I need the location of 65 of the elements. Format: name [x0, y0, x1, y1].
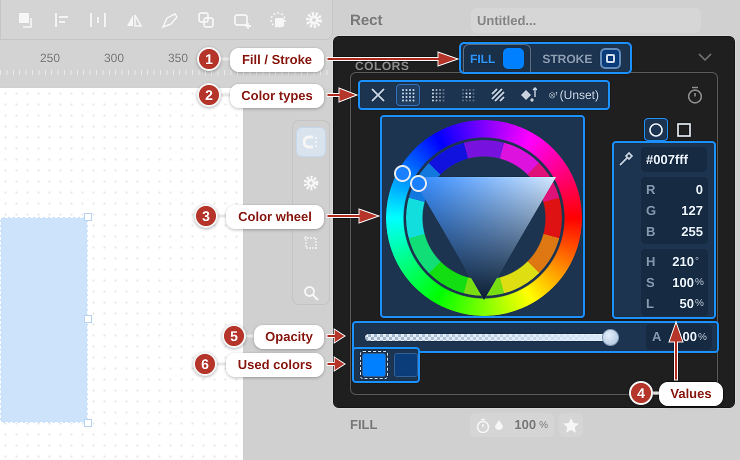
unit-label: °: [695, 255, 700, 269]
cross-icon: [370, 87, 386, 103]
hex-field[interactable]: #007fff: [641, 147, 707, 172]
circle-icon: [649, 122, 663, 136]
tab[interactable]: FILL: [463, 44, 532, 72]
channel-label: G: [646, 202, 656, 220]
arrow: [668, 320, 684, 380]
callout-label: Color wheel: [226, 205, 324, 229]
color-swatch: [503, 48, 524, 69]
square-icon: [677, 122, 691, 136]
stripes-icon: [491, 88, 505, 102]
opacity-value: 100: [514, 416, 536, 434]
eyedropper-icon[interactable]: [618, 152, 633, 167]
color-handle[interactable]: [394, 165, 411, 182]
star-icon: [563, 418, 579, 432]
unit-label: %: [539, 418, 548, 432]
channel-value: 210: [672, 252, 694, 271]
channel-value: 50: [680, 294, 694, 313]
channel-value: 0: [696, 180, 703, 199]
timer-icon[interactable]: [687, 86, 703, 104]
shape-toggle-button[interactable]: [644, 118, 668, 141]
resize-handle[interactable]: [84, 315, 92, 323]
channel-label: R: [646, 180, 656, 199]
channel-label: L: [646, 294, 654, 313]
section-label: COLORS: [354, 60, 410, 72]
resize-handle[interactable]: [84, 213, 92, 221]
channel-label: S: [646, 274, 655, 292]
channel-value: 100: [672, 274, 694, 292]
dot-grid-icon: [401, 88, 415, 102]
channel-label: H: [646, 252, 656, 271]
ruler-label: 350: [168, 50, 188, 67]
channel-value: 255: [681, 222, 703, 241]
dot-grid-icon: [431, 88, 445, 102]
color-type-button[interactable]: [396, 84, 420, 106]
drop-icon: [493, 418, 505, 432]
ruler-label: 250: [40, 50, 60, 67]
unit-label: %: [695, 276, 703, 290]
section-label: FILL: [350, 416, 378, 434]
channel-value: 127: [681, 202, 703, 220]
tab[interactable]: STROKE: [535, 44, 628, 72]
ruler-label: 300: [104, 50, 124, 67]
channel-label: B: [646, 222, 656, 241]
paint-bucket-icon: [519, 87, 537, 103]
callout-label: Opacity: [254, 325, 324, 349]
leader-line: [653, 392, 659, 394]
callout-label: Used colors: [226, 353, 324, 377]
chevron-down-icon[interactable]: [698, 53, 712, 62]
color-wheel[interactable]: [380, 115, 585, 318]
unit-label: %: [695, 297, 703, 311]
name-field[interactable]: Untitled...: [471, 8, 701, 33]
callout-label: Values: [659, 382, 723, 406]
callout-label: Color types: [230, 84, 324, 108]
color-swatch: [600, 48, 622, 69]
timer-icon: [476, 418, 490, 432]
slider-thumb[interactable]: [602, 328, 619, 346]
radial-dots-icon: [461, 88, 475, 102]
arrow: [326, 328, 346, 344]
arrow: [326, 356, 346, 372]
layer-title: Rect: [350, 11, 384, 31]
arrow: [326, 208, 381, 224]
callout-label: Fill / Stroke: [230, 48, 324, 72]
color-type-button[interactable]: (Unset): [546, 84, 602, 106]
arrow: [326, 87, 358, 103]
resize-handle[interactable]: [84, 419, 92, 427]
opacity-slider[interactable]: [365, 328, 619, 346]
